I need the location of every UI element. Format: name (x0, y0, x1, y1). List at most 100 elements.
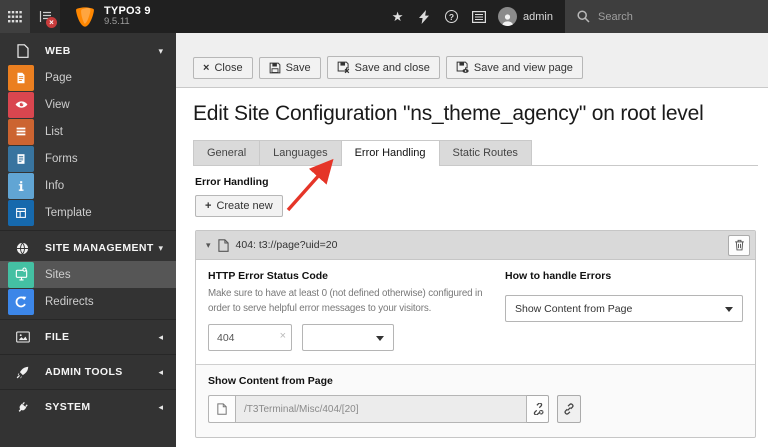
product-version: 9.5.11 (104, 16, 130, 28)
error-404-panel: ▾ 404: t3://page?uid=20 HTTP Error Statu… (195, 230, 756, 438)
plus-icon: + (205, 199, 212, 212)
section-header-web[interactable]: WEB ▾ (0, 38, 176, 64)
section-header-admin-tools[interactable]: ADMIN TOOLS ◂ (0, 359, 176, 385)
section-header-system[interactable]: SYSTEM ◂ (0, 394, 176, 420)
section-file: FILE ◂ (0, 319, 176, 350)
view-module-icon (8, 91, 34, 118)
grid-icon (8, 10, 22, 22)
http-code-input-wrap: × (208, 324, 292, 351)
sites-module-icon (8, 261, 34, 288)
save-and-view-page-button[interactable]: Save and view page (445, 56, 583, 79)
save-view-icon (456, 61, 469, 73)
handler-field-group: How to handle Errors Show Content from P… (505, 270, 743, 351)
handler-select[interactable]: Show Content from Page (505, 295, 743, 322)
page-record-icon (208, 395, 235, 423)
module-content: × Close Save Save and close Save and vie… (176, 33, 768, 447)
list-module-icon (8, 118, 34, 145)
search-bar[interactable]: Search (565, 0, 768, 33)
chevron-down-icon: ▾ (158, 45, 163, 56)
image-icon (0, 331, 45, 343)
sidebar-item-list[interactable]: List (0, 118, 176, 145)
topbar: × TYPO3 9 9.5.11 ★ ? admin Search (0, 0, 768, 33)
search-icon (577, 10, 590, 23)
template-module-icon (8, 199, 34, 226)
chevron-down-icon: ▾ (206, 239, 211, 250)
system-information-button[interactable] (465, 0, 492, 33)
user-menu[interactable]: admin (492, 0, 565, 33)
globe-icon (0, 242, 45, 255)
tab-languages[interactable]: Languages (259, 140, 342, 165)
page-module-icon (8, 64, 34, 91)
unlink-button[interactable] (527, 395, 549, 423)
opendocs-close-badge: × (46, 17, 57, 28)
plug-icon (0, 401, 45, 414)
content-page-input[interactable] (235, 395, 527, 423)
link-browser-button[interactable] (557, 395, 581, 423)
rocket-icon (0, 366, 45, 379)
panel-body: HTTP Error Status Code Make sure to have… (196, 260, 755, 437)
clear-cache-button[interactable] (411, 0, 438, 33)
link-icon (564, 403, 574, 415)
save-close-icon (337, 61, 349, 74)
help-button[interactable]: ? (438, 0, 465, 33)
module-menu: WEB ▾ Page View List Forms Info Template… (0, 33, 176, 447)
redirects-module-icon (8, 288, 34, 315)
section-site-management: SITE MANAGEMENT ▾ Sites Redirects (0, 230, 176, 315)
save-and-close-button[interactable]: Save and close (326, 56, 440, 79)
opendocs-button[interactable]: × (30, 0, 60, 33)
bookmarks-button[interactable]: ★ (384, 0, 411, 33)
username-label: admin (523, 10, 553, 23)
typo3-brand: TYPO3 9 9.5.11 (60, 0, 161, 33)
http-code-description: Make sure to have at least 0 (not define… (208, 288, 483, 314)
sidebar-item-sites[interactable]: Sites (0, 261, 176, 288)
sidebar-item-redirects[interactable]: Redirects (0, 288, 176, 315)
typo3-logo-icon (76, 6, 94, 27)
section-system: SYSTEM ◂ (0, 389, 176, 420)
docheader: × Close Save Save and close Save and vie… (176, 33, 768, 88)
tab-static-routes[interactable]: Static Routes (438, 140, 532, 165)
forms-module-icon (8, 145, 34, 172)
lightning-bolt-icon (419, 9, 430, 24)
question-mark-icon: ? (445, 10, 459, 23)
sidebar-item-forms[interactable]: Forms (0, 145, 176, 172)
save-button[interactable]: Save (258, 57, 321, 79)
sidebar-item-view[interactable]: View (0, 91, 176, 118)
search-placeholder: Search (598, 10, 633, 23)
page-icon (217, 238, 229, 252)
trash-icon (734, 239, 744, 251)
chevron-left-icon: ◂ (158, 366, 163, 377)
section-header-file[interactable]: FILE ◂ (0, 324, 176, 350)
handler-select-value: Show Content from Page (515, 302, 633, 315)
error-handling-pane: Error Handling + Create new ▾ 404: t3://… (193, 166, 758, 438)
topbar-tools: ★ ? admin Search (384, 0, 768, 33)
tab-bar: General Languages Error Handling Static … (193, 140, 758, 166)
save-icon (269, 62, 280, 74)
http-code-field-group: HTTP Error Status Code Make sure to have… (208, 270, 493, 351)
person-icon (502, 14, 514, 26)
page-title: Edit Site Configuration "ns_theme_agency… (193, 102, 704, 125)
error-handling-heading: Error Handling (195, 176, 269, 188)
tab-error-handling[interactable]: Error Handling (340, 140, 440, 166)
panel-header[interactable]: ▾ 404: t3://page?uid=20 (196, 231, 755, 260)
http-code-select[interactable] (302, 324, 394, 351)
content-page-section: Show Content from Page (196, 364, 755, 437)
chevron-left-icon: ◂ (158, 331, 163, 342)
create-new-button[interactable]: + Create new (195, 195, 283, 217)
section-header-site-management[interactable]: SITE MANAGEMENT ▾ (0, 235, 176, 261)
content-page-input-group (208, 395, 743, 423)
star-icon: ★ (391, 8, 404, 24)
delete-button[interactable] (728, 234, 750, 256)
sidebar-item-template[interactable]: Template (0, 199, 176, 226)
clear-input-icon[interactable]: × (280, 330, 286, 342)
http-code-label: HTTP Error Status Code (208, 270, 328, 282)
sidebar-item-info[interactable]: Info (0, 172, 176, 199)
tab-general[interactable]: General (193, 140, 261, 165)
panel-title: 404: t3://page?uid=20 (235, 239, 338, 251)
close-button[interactable]: × Close (193, 57, 253, 79)
module-menu-toggle-button[interactable] (0, 0, 30, 33)
content-area: Edit Site Configuration "ns_theme_agency… (176, 88, 768, 438)
content-page-label: Show Content from Page (208, 375, 333, 387)
chevron-left-icon: ◂ (158, 401, 163, 412)
avatar (498, 7, 518, 26)
sidebar-item-page[interactable]: Page (0, 64, 176, 91)
